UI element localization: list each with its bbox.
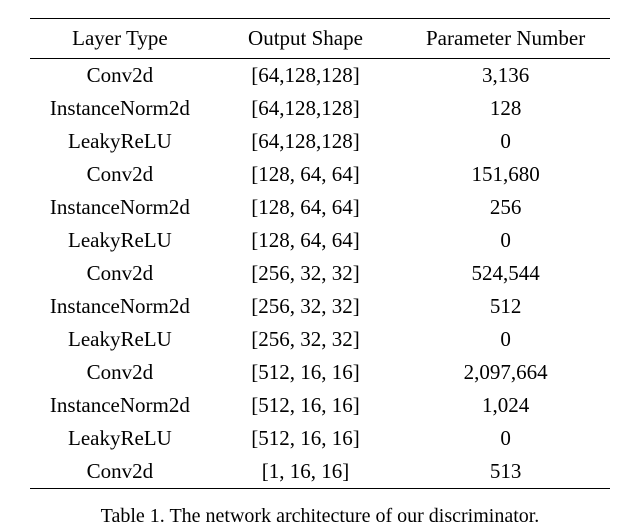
cell-output-shape: [1, 16, 16]: [210, 455, 401, 489]
table-row: Conv2d [512, 16, 16] 2,097,664: [30, 356, 610, 389]
cell-param-number: 0: [401, 422, 610, 455]
table-row: LeakyReLU [256, 32, 32] 0: [30, 323, 610, 356]
cell-param-number: 151,680: [401, 158, 610, 191]
header-output-shape: Output Shape: [210, 19, 401, 59]
table-row: Conv2d [128, 64, 64] 151,680: [30, 158, 610, 191]
cell-param-number: 513: [401, 455, 610, 489]
cell-layer-type: InstanceNorm2d: [30, 92, 210, 125]
cell-param-number: 128: [401, 92, 610, 125]
cell-layer-type: LeakyReLU: [30, 125, 210, 158]
cell-param-number: 2,097,664: [401, 356, 610, 389]
table-caption: Table 1. The network architecture of our…: [30, 505, 610, 528]
header-layer-type: Layer Type: [30, 19, 210, 59]
cell-param-number: 256: [401, 191, 610, 224]
cell-param-number: 0: [401, 125, 610, 158]
table-row: Conv2d [64,128,128] 3,136: [30, 59, 610, 93]
cell-output-shape: [256, 32, 32]: [210, 290, 401, 323]
cell-layer-type: LeakyReLU: [30, 224, 210, 257]
cell-param-number: 0: [401, 224, 610, 257]
cell-layer-type: InstanceNorm2d: [30, 389, 210, 422]
cell-layer-type: LeakyReLU: [30, 422, 210, 455]
cell-param-number: 0: [401, 323, 610, 356]
cell-layer-type: Conv2d: [30, 59, 210, 93]
cell-output-shape: [512, 16, 16]: [210, 422, 401, 455]
cell-param-number: 512: [401, 290, 610, 323]
cell-layer-type: InstanceNorm2d: [30, 290, 210, 323]
cell-layer-type: Conv2d: [30, 257, 210, 290]
table-row: InstanceNorm2d [512, 16, 16] 1,024: [30, 389, 610, 422]
cell-layer-type: Conv2d: [30, 455, 210, 489]
cell-layer-type: LeakyReLU: [30, 323, 210, 356]
cell-output-shape: [64,128,128]: [210, 92, 401, 125]
table-row: Conv2d [256, 32, 32] 524,544: [30, 257, 610, 290]
table-row: LeakyReLU [128, 64, 64] 0: [30, 224, 610, 257]
table-header-row: Layer Type Output Shape Parameter Number: [30, 19, 610, 59]
cell-param-number: 1,024: [401, 389, 610, 422]
header-parameter-number: Parameter Number: [401, 19, 610, 59]
cell-layer-type: InstanceNorm2d: [30, 191, 210, 224]
cell-layer-type: Conv2d: [30, 158, 210, 191]
table-row: LeakyReLU [64,128,128] 0: [30, 125, 610, 158]
cell-output-shape: [64,128,128]: [210, 59, 401, 93]
cell-param-number: 524,544: [401, 257, 610, 290]
table-row: InstanceNorm2d [128, 64, 64] 256: [30, 191, 610, 224]
cell-layer-type: Conv2d: [30, 356, 210, 389]
cell-output-shape: [512, 16, 16]: [210, 356, 401, 389]
table-row: Conv2d [1, 16, 16] 513: [30, 455, 610, 489]
architecture-table: Layer Type Output Shape Parameter Number…: [30, 18, 610, 489]
cell-output-shape: [512, 16, 16]: [210, 389, 401, 422]
cell-param-number: 3,136: [401, 59, 610, 93]
cell-output-shape: [256, 32, 32]: [210, 323, 401, 356]
cell-output-shape: [64,128,128]: [210, 125, 401, 158]
cell-output-shape: [256, 32, 32]: [210, 257, 401, 290]
table-row: LeakyReLU [512, 16, 16] 0: [30, 422, 610, 455]
cell-output-shape: [128, 64, 64]: [210, 224, 401, 257]
table-row: InstanceNorm2d [64,128,128] 128: [30, 92, 610, 125]
table-row: InstanceNorm2d [256, 32, 32] 512: [30, 290, 610, 323]
cell-output-shape: [128, 64, 64]: [210, 158, 401, 191]
cell-output-shape: [128, 64, 64]: [210, 191, 401, 224]
